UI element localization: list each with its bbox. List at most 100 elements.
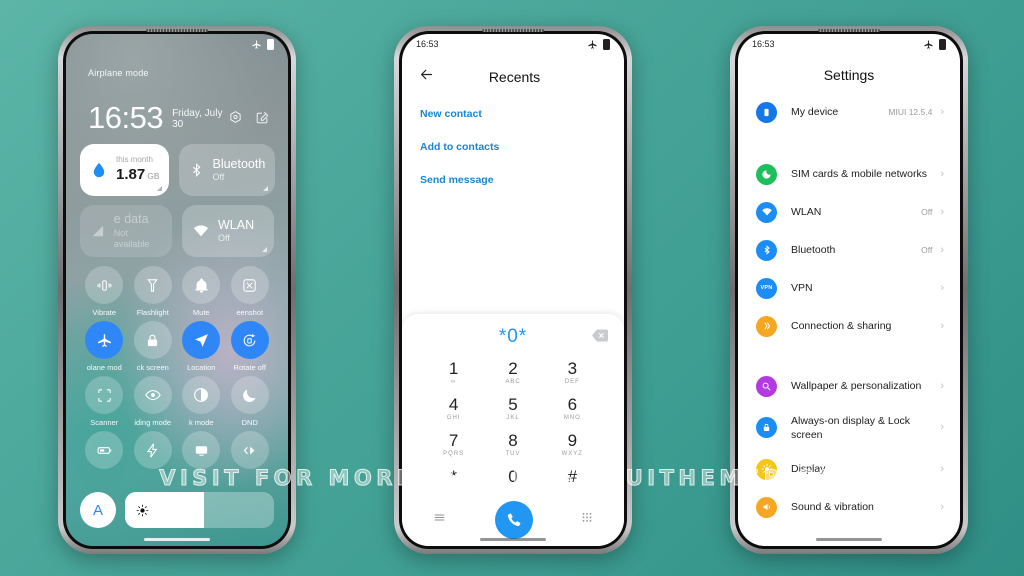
link-new-contact[interactable]: New contact: [420, 108, 606, 120]
dial-key-2[interactable]: 2 ABC: [483, 356, 542, 390]
sun-icon: [136, 504, 149, 516]
phone-device-control-center: Airplane mode 16:53 Friday, July 30 this…: [58, 26, 296, 554]
toggle-airplane-mode[interactable]: olane mod: [80, 321, 129, 372]
toggle-screenshot[interactable]: eenshot: [226, 266, 275, 317]
settings-row-always-on-display[interactable]: Always-on display & Lock screen ›: [738, 405, 960, 450]
dial-key-5[interactable]: 5 JKL: [483, 392, 542, 426]
wifi-icon: [756, 201, 777, 223]
dial-key-7[interactable]: 7 PQRS: [424, 428, 483, 462]
screen-control-center: Airplane mode 16:53 Friday, July 30 this…: [66, 34, 288, 546]
settings-row-sound-vibration[interactable]: Sound & vibration ›: [738, 488, 960, 526]
key-sublabel: GHI: [446, 414, 461, 421]
key-digit: 0: [508, 466, 518, 486]
key-digit: 6: [567, 394, 578, 414]
phone-bezel: 16:53 Settings My device MIUI 12.5.4 › S…: [735, 29, 963, 549]
settings-row-my-device[interactable]: My device MIUI 12.5.4 ›: [738, 93, 960, 131]
tile-mobile-data-state: Not available: [113, 227, 150, 249]
dialpad-panel: *0* 1 ∞ 2 ABC 3 DEF 4 GHI 5 JKL 6 MNO 7 …: [402, 314, 624, 546]
settings-row-wlan[interactable]: WLAN Off ›: [738, 193, 960, 231]
toggle-rotate[interactable]: Rotate off: [226, 321, 275, 372]
settings-row-vpn[interactable]: VPN VPN ›: [738, 269, 960, 307]
dial-key-hash[interactable]: #: [543, 464, 602, 498]
dial-input-row: *0*: [402, 324, 624, 350]
tile-bluetooth-state: Off: [212, 172, 225, 183]
vpn-icon: VPN: [756, 277, 777, 299]
settings-row-label: WLAN: [791, 205, 822, 218]
toggle-lock-screen[interactable]: ck screen: [129, 321, 178, 372]
tile-wlan[interactable]: WLAN Off: [182, 205, 274, 257]
key-sublabel: DEF: [564, 378, 580, 385]
bell-icon: [182, 266, 221, 304]
toggle-reading-mode[interactable]: iding mode: [129, 376, 178, 427]
toggle-label: Mute: [192, 308, 210, 317]
sharing-icon: [756, 315, 777, 337]
phone-bezel: Airplane mode 16:53 Friday, July 30 this…: [63, 29, 291, 549]
transfer-icon: [230, 431, 269, 469]
dial-key-8[interactable]: 8 TUV: [483, 428, 542, 462]
toggle-label: k mode: [188, 418, 214, 427]
settings-row-label: Wallpaper & personalization: [791, 379, 922, 392]
dial-key-3[interactable]: 3 DEF: [543, 356, 602, 390]
dial-key-star[interactable]: *: [424, 464, 483, 498]
brightness-slider[interactable]: [125, 492, 274, 528]
dial-key-4[interactable]: 4 GHI: [424, 392, 483, 426]
dial-key-0[interactable]: 0: [483, 464, 542, 498]
toggle-boost[interactable]: [129, 431, 178, 473]
settings-gear-icon[interactable]: [228, 110, 243, 130]
toggle-label: Vibrate: [92, 308, 117, 317]
chevron-right-icon: ›: [940, 379, 944, 392]
settings-row-label: Sound & vibration: [791, 501, 874, 514]
tile-bluetooth[interactable]: Bluetooth Off: [179, 144, 276, 196]
airplane-icon: [588, 39, 597, 49]
lock-icon: [133, 321, 172, 359]
toggle-label: olane mod: [86, 363, 122, 372]
dialer-header: Recents: [402, 54, 624, 94]
dial-key-1[interactable]: 1 ∞: [424, 356, 483, 390]
toggle-flashlight[interactable]: Flashlight: [129, 266, 178, 317]
toggle-scanner[interactable]: Scanner: [80, 376, 129, 427]
contrast-icon: [182, 376, 221, 414]
settings-row-bluetooth[interactable]: Bluetooth Off ›: [738, 231, 960, 269]
link-add-to-contacts[interactable]: Add to contacts: [420, 141, 606, 153]
toggle-mute[interactable]: Mute: [177, 266, 226, 317]
auto-brightness-button[interactable]: A: [80, 492, 116, 528]
display-icon: [756, 458, 777, 480]
toggle-battery-saver[interactable]: [80, 431, 129, 473]
toggle-label: eenshot: [236, 308, 264, 317]
toggle-dnd[interactable]: DND: [226, 376, 275, 427]
settings-row-label: Display: [791, 463, 826, 476]
phone-device-settings: 16:53 Settings My device MIUI 12.5.4 › S…: [730, 26, 968, 554]
settings-row-sim-cards[interactable]: SIM cards & mobile networks ›: [738, 155, 960, 193]
settings-row-wallpaper[interactable]: Wallpaper & personalization ›: [738, 367, 960, 405]
dialed-number[interactable]: *0*: [499, 326, 527, 348]
call-button[interactable]: [494, 501, 533, 540]
data-drop-icon: [93, 162, 105, 178]
dial-key-9[interactable]: 9 WXYZ: [543, 428, 602, 462]
keypad-icon[interactable]: [580, 511, 594, 530]
toggle-transfer[interactable]: [226, 431, 275, 473]
dial-key-6[interactable]: 6 MNO: [543, 392, 602, 426]
home-indicator: [480, 538, 546, 541]
toggle-cast[interactable]: [177, 431, 226, 473]
backspace-icon[interactable]: [592, 329, 608, 347]
tile-wlan-label: WLAN: [218, 217, 255, 232]
quick-toggle-row-2: olane mod ck screen Location Rotate off: [80, 321, 274, 372]
earpiece-speaker: [482, 29, 544, 32]
menu-icon[interactable]: [432, 510, 447, 530]
key-sublabel: [483, 486, 542, 494]
back-arrow-icon[interactable]: [418, 66, 435, 88]
edit-icon[interactable]: [255, 110, 270, 130]
tile-data-value: 1.87: [116, 166, 146, 183]
settings-row-display[interactable]: Display ›: [738, 450, 960, 488]
toggle-vibrate[interactable]: Vibrate: [80, 266, 129, 317]
tile-data-unit: GB: [147, 171, 160, 181]
signal-icon: [92, 225, 104, 237]
toggle-dark-mode[interactable]: k mode: [177, 376, 226, 427]
settings-row-connection-sharing[interactable]: Connection & sharing ›: [738, 307, 960, 345]
tile-data-usage[interactable]: this month 1.87 GB: [80, 144, 170, 196]
toggle-label: Flashlight: [136, 308, 169, 317]
toggle-location[interactable]: Location: [177, 321, 226, 372]
tile-mobile-data[interactable]: e data Not available: [80, 205, 172, 257]
link-send-message[interactable]: Send message: [420, 174, 606, 186]
earpiece-speaker: [146, 29, 208, 32]
